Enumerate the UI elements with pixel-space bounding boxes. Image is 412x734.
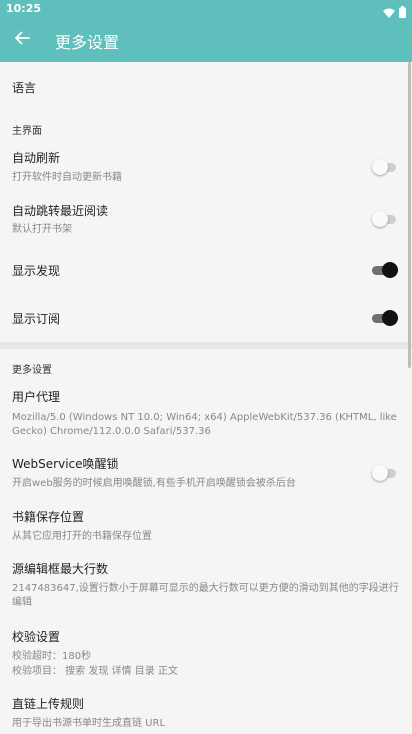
auto-jump-preference[interactable]: 自动跳转最近阅读 默认打开书架 xyxy=(0,194,412,242)
auto-refresh-title: 自动刷新 xyxy=(12,151,61,165)
show-discovery-preference[interactable]: 显示发现 xyxy=(0,246,412,292)
auto-jump-title: 自动跳转最近阅读 xyxy=(12,204,109,218)
check-timeout-text: 校验超时：180秒 xyxy=(12,651,92,662)
back-button[interactable] xyxy=(8,26,36,54)
category-main-ui: 主界面 xyxy=(12,126,42,137)
source-editor-lines-summary: 2147483647,设置行数小于屏幕可显示的最大行数可以更方便的滑动到其他的字… xyxy=(12,583,399,608)
book-storage-summary: 从其它应用打开的书籍保存位置 xyxy=(12,531,152,542)
status-time: 10:25 xyxy=(6,2,42,15)
book-storage-preference[interactable]: 书籍保存位置 从其它应用打开的书籍保存位置 xyxy=(0,502,412,548)
category-more-settings: 更多设置 xyxy=(12,365,52,376)
app-bar: 更多设置 xyxy=(0,18,412,62)
auto-jump-switch[interactable] xyxy=(372,210,398,228)
auto-refresh-summary: 打开软件时自动更新书籍 xyxy=(12,172,122,183)
user-agent-preference[interactable]: 用户代理 Mozilla/5.0 (Windows NT 10.0; Win64… xyxy=(0,382,412,442)
webservice-wakelock-summary: 开启web服务的时候启用唤醒锁,有些手机开启唤醒锁会被杀后台 xyxy=(12,478,296,489)
user-agent-title: 用户代理 xyxy=(12,390,61,404)
user-agent-summary: Mozilla/5.0 (Windows NT 10.0; Win64; x64… xyxy=(12,412,397,437)
direct-link-rule-summary: 用于导出书源书单时生成直链 URL xyxy=(12,718,166,729)
webservice-wakelock-preference[interactable]: WebService唤醒锁 开启web服务的时候启用唤醒锁,有些手机开启唤醒锁会… xyxy=(0,448,412,496)
settings-list: 语言 主界面 自动刷新 打开软件时自动更新书籍 自动跳转最近阅读 默认打开书架 … xyxy=(0,62,412,734)
auto-jump-summary: 默认打开书架 xyxy=(12,224,72,235)
webservice-wakelock-title: WebService唤醒锁 xyxy=(12,457,119,471)
direct-link-rule-title: 直链上传规则 xyxy=(12,697,85,711)
check-settings-title: 校验设置 xyxy=(12,630,61,644)
section-divider xyxy=(0,342,412,349)
auto-refresh-preference[interactable]: 自动刷新 打开软件时自动更新书籍 xyxy=(0,142,412,190)
show-discovery-title: 显示发现 xyxy=(12,264,61,278)
status-bar: 10:25 xyxy=(0,0,412,18)
check-settings-preference[interactable]: 校验设置 校验超时：180秒 校验项目： 搜索 发现 详情 目录 正文 xyxy=(0,622,412,684)
page-title: 更多设置 xyxy=(55,33,120,52)
auto-refresh-switch[interactable] xyxy=(372,158,398,176)
arrow-left-icon xyxy=(14,30,30,50)
screen: 10:25 更多设置 语言 主界面 自动刷新 打开软件时自动更新书籍 自动跳转最… xyxy=(0,0,412,734)
show-rss-title: 显示订阅 xyxy=(12,312,61,326)
webservice-wakelock-switch[interactable] xyxy=(372,464,398,482)
check-items-text: 校验项目： 搜索 发现 详情 目录 正文 xyxy=(12,666,178,677)
direct-link-rule-preference[interactable]: 直链上传规则 用于导出书源书单时生成直链 URL xyxy=(0,690,412,734)
show-discovery-switch[interactable] xyxy=(372,261,398,279)
book-storage-title: 书籍保存位置 xyxy=(12,510,85,524)
source-editor-lines-title: 源编辑框最大行数 xyxy=(12,562,109,576)
scrollbar[interactable] xyxy=(408,62,411,368)
show-rss-switch[interactable] xyxy=(372,309,398,327)
language-title: 语言 xyxy=(12,81,37,95)
language-preference[interactable]: 语言 xyxy=(0,62,412,108)
show-rss-preference[interactable]: 显示订阅 xyxy=(0,294,412,340)
source-editor-lines-preference[interactable]: 源编辑框最大行数 2147483647,设置行数小于屏幕可显示的最大行数可以更方… xyxy=(0,554,412,614)
